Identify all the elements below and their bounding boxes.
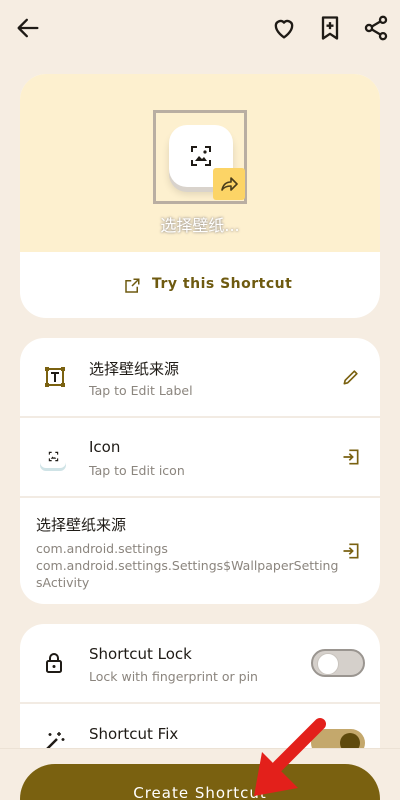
activity-class-line2: sActivity [36,575,90,590]
open-in-icon[interactable] [341,541,361,561]
shortcut-lock-subtitle: Lock with fingerprint or pin [89,669,258,684]
icon-title: Icon [89,438,121,456]
pencil-icon[interactable] [341,367,361,387]
shortcut-fix-title: Shortcut Fix [89,725,179,743]
back-arrow-icon[interactable] [14,14,42,42]
icon-preview-frame[interactable] [153,110,247,204]
shortcut-lock-row[interactable]: Shortcut Lock Lock with fingerprint or p… [20,624,380,702]
wallpaper-icon [191,146,211,166]
icon-row[interactable]: Icon Tap to Edit icon [20,418,380,496]
try-shortcut-button[interactable]: Try this Shortcut [20,252,380,318]
activity-row[interactable]: 选择壁纸来源 com.android.settings com.android.… [20,498,380,604]
shortcut-details-card: 选择壁纸来源 Tap to Edit Label Icon Tap to Edi… [20,338,380,604]
toggle-knob [317,653,339,675]
open-external-icon [125,278,140,293]
open-in-icon[interactable] [341,447,361,467]
text-frame-icon [45,367,65,387]
icon-thumbnail [40,446,66,468]
label-subtitle: Tap to Edit Label [89,383,193,398]
share-icon[interactable] [362,14,390,42]
activity-class-line1: com.android.settings.Settings$WallpaperS… [36,558,339,573]
try-shortcut-label: Try this Shortcut [152,276,293,292]
bookmark-add-icon[interactable] [316,14,344,42]
shortcut-lock-toggle[interactable] [311,649,365,677]
shortcut-name: 选择壁纸... [160,216,240,235]
shortcut-preview-card: Try this Shortcut [20,74,380,318]
wallpaper-icon [48,451,59,462]
label-title: 选择壁纸来源 [89,360,180,378]
top-app-bar [0,0,400,56]
label-row[interactable]: 选择壁纸来源 Tap to Edit Label [20,338,380,416]
forward-arrow-icon [221,177,238,191]
activity-title: 选择壁纸来源 [36,516,127,534]
heart-icon[interactable] [270,14,298,42]
shortcut-lock-title: Shortcut Lock [89,645,192,663]
annotation-arrow-icon [254,718,326,796]
icon-subtitle: Tap to Edit icon [89,463,185,478]
shortcut-badge [213,168,245,200]
package-name: com.android.settings [36,541,168,556]
lock-icon [46,653,62,673]
